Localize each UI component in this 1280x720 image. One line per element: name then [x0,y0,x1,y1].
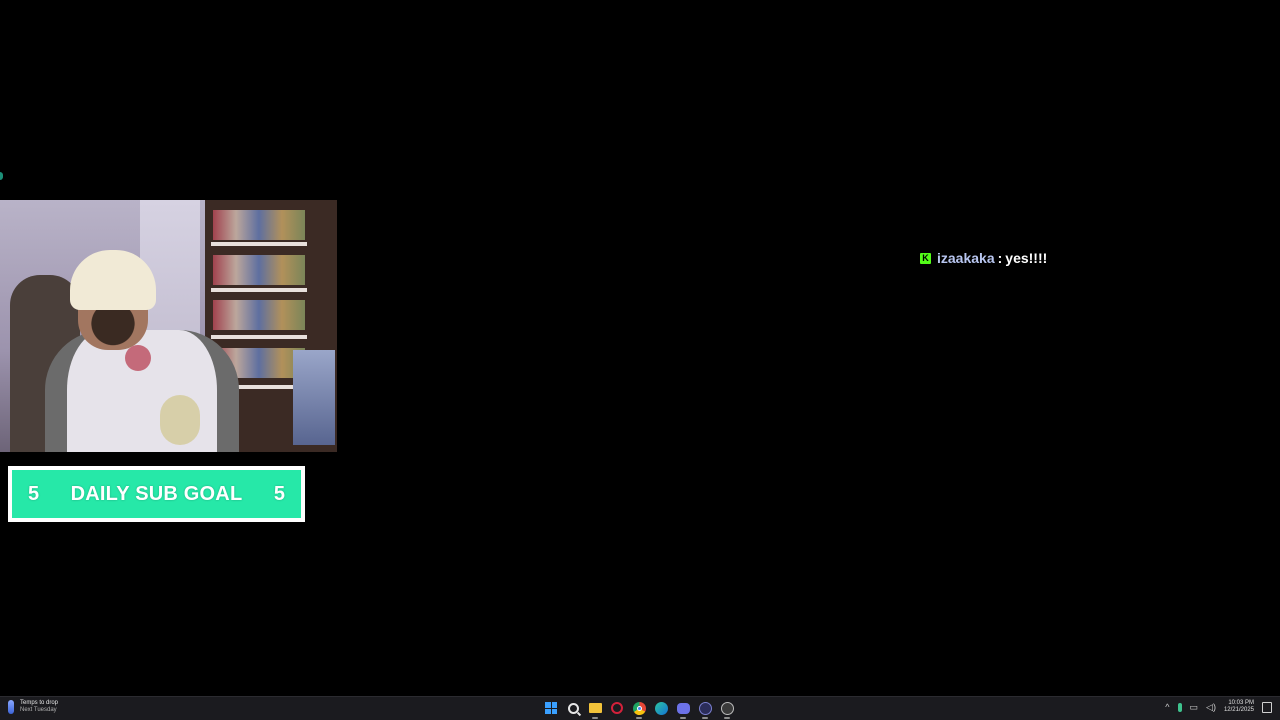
windows-logo-icon [545,702,557,714]
opera-button[interactable] [609,700,625,716]
shelf-items [213,300,305,330]
kick-badge-icon: K [920,252,931,264]
weather-subline: Next Tuesday [20,707,57,713]
thermometer-icon [8,700,14,714]
storage-drawers [293,350,335,445]
search-button[interactable] [565,700,581,716]
webcam-feed [0,200,337,452]
sub-goal-bar: 5 DAILY SUB GOAL 5 [12,470,301,518]
shelf-items [213,255,305,285]
sub-goal-target: 5 [273,482,285,505]
notification-icon[interactable] [1262,701,1272,713]
microphone [125,345,151,371]
obs-icon [720,701,734,715]
shelf-items [213,210,305,240]
app-icon [698,701,712,715]
microphone-tray-icon[interactable] [1177,702,1182,712]
search-icon [567,702,579,714]
chrome-button[interactable] [631,700,647,719]
taskbar-apps [543,700,735,719]
file-explorer-button[interactable] [587,700,603,719]
chat-text: yes!!!! [1005,250,1048,266]
shelf-board [211,242,307,246]
edge-icon [654,701,668,715]
network-icon[interactable]: ▭ [1190,702,1199,713]
sub-goal-current: 5 [28,482,40,505]
app-button[interactable] [697,700,713,719]
system-tray: ^ ▭ ◁) 10:03 PM 12/21/2025 [1165,700,1272,714]
opera-icon [611,702,623,714]
chat-separator: : [997,250,1003,266]
shelf-board [211,288,307,292]
tray-overflow-chevron-icon[interactable]: ^ [1165,702,1169,712]
edge-indicator [0,172,3,180]
clock[interactable]: 10:03 PM 12/21/2025 [1224,700,1254,714]
shelf-board [211,335,307,339]
clock-time: 10:03 PM [1228,700,1254,706]
plush-toy [160,395,200,445]
sub-goal-title: DAILY SUB GOAL [70,482,243,505]
weather-widget[interactable]: Temps to drop Next Tuesday [8,700,58,714]
windows-taskbar: Temps to drop Next Tuesday ^ ▭ ◁) 10:03 … [0,696,1280,720]
discord-icon [676,702,690,714]
volume-icon[interactable]: ◁) [1206,702,1216,713]
clock-date: 12/21/2025 [1223,707,1254,713]
chat-username: izaakaka [937,250,995,266]
edge-button[interactable] [653,700,669,716]
discord-button[interactable] [675,700,691,719]
folder-icon [588,703,602,713]
chat-message: K izaakaka: yes!!!! [920,250,1047,266]
chrome-icon [632,701,646,715]
start-button[interactable] [543,700,559,716]
obs-button[interactable] [719,700,735,719]
sub-goal-widget: 5 DAILY SUB GOAL 5 [8,466,305,522]
weather-headline: Temps to drop [20,700,59,706]
